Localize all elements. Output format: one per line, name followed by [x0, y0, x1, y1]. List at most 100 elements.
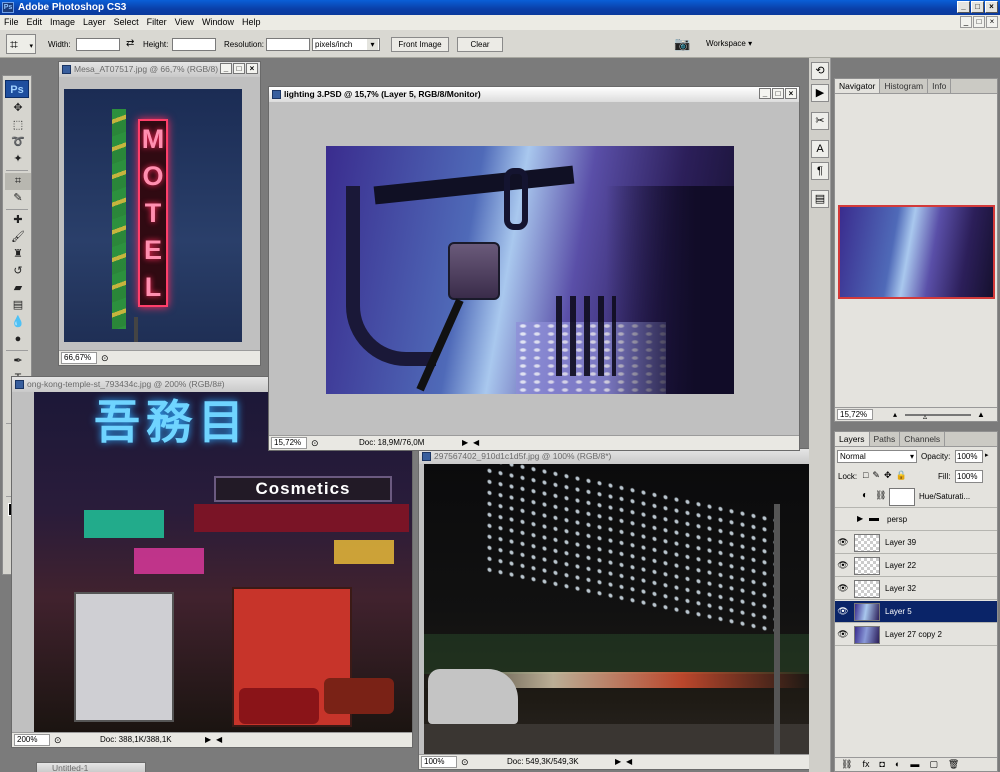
doc-title-bar[interactable]: lighting 3.PSD @ 15,7% (Layer 5, RGB/8/M… — [269, 87, 799, 102]
doc-window-lighting[interactable]: lighting 3.PSD @ 15,7% (Layer 5, RGB/8/M… — [268, 86, 800, 451]
character-panel-icon[interactable]: A — [811, 140, 829, 158]
slice-icon[interactable]: ✎ — [5, 190, 31, 207]
visibility-toggle[interactable] — [836, 488, 850, 505]
layer-row[interactable]: ▶ ▬ persp — [835, 509, 997, 531]
menu-file[interactable]: File — [0, 15, 23, 30]
eye-icon[interactable]: 👁 — [836, 534, 850, 551]
layer-thumbnail[interactable] — [854, 534, 880, 552]
lasso-icon[interactable]: ➰ — [5, 134, 31, 151]
file-browser-icon[interactable]: 📷 — [674, 36, 690, 52]
eye-icon[interactable]: 👁 — [836, 603, 850, 620]
layer-row[interactable]: 👁 Layer 27 copy 2 — [835, 624, 997, 646]
layer-name[interactable]: Layer 39 — [885, 532, 916, 554]
maximize-button[interactable]: □ — [971, 1, 984, 13]
layer-row-selected[interactable]: 👁 Layer 5 — [835, 601, 997, 623]
layer-thumbnail[interactable] — [854, 557, 880, 575]
zoom-field[interactable]: 100% — [421, 756, 457, 768]
layer-comps-panel-icon[interactable]: ▤ — [811, 190, 829, 208]
swap-dimensions-icon[interactable]: ⇄ — [126, 38, 134, 49]
navigator-preview-thumbnail[interactable] — [838, 205, 995, 299]
blend-mode-select[interactable]: Normal ▾ — [837, 450, 917, 463]
doc-close-button[interactable]: × — [986, 16, 998, 28]
doc-minimize-button[interactable]: _ — [220, 63, 232, 74]
navigator-zoom-field[interactable]: 15,72% — [837, 409, 873, 420]
menu-image[interactable]: Image — [46, 15, 79, 30]
opacity-slider-arrow-icon[interactable]: ▸ — [985, 451, 989, 459]
menu-view[interactable]: View — [171, 15, 198, 30]
layer-thumbnail[interactable] — [854, 603, 880, 621]
front-image-button[interactable]: Front Image — [391, 37, 449, 52]
minimize-button[interactable]: _ — [957, 1, 970, 13]
menu-window[interactable]: Window — [198, 15, 238, 30]
zoom-slider[interactable] — [905, 414, 971, 416]
layer-name[interactable]: persp — [887, 509, 907, 531]
delete-layer-icon[interactable]: 🗑 — [948, 758, 959, 771]
layer-thumbnail[interactable] — [854, 626, 880, 644]
doc-close-button[interactable]: × — [246, 63, 258, 74]
doc-size-info[interactable]: Doc: 549,3K/549,3K — [507, 755, 579, 769]
layer-name[interactable]: Layer 27 copy 2 — [885, 624, 942, 646]
history-brush-icon[interactable]: ↺ — [5, 263, 31, 280]
layer-mask-thumbnail[interactable] — [889, 488, 915, 506]
doc-minimize-button[interactable]: _ — [759, 88, 771, 99]
doc-title-bar[interactable]: 297567402_910d1c1d5f.jpg @ 100% (RGB/8*) — [419, 449, 811, 464]
tab-histogram[interactable]: Histogram — [880, 79, 929, 93]
menu-layer[interactable]: Layer — [79, 15, 110, 30]
menu-help[interactable]: Help — [238, 15, 265, 30]
scroll-left-icon[interactable]: ◀ — [626, 755, 632, 769]
layer-row[interactable]: 👁 Layer 32 — [835, 578, 997, 600]
history-panel-icon[interactable]: ⟲ — [811, 62, 829, 80]
doc-window-untitled[interactable]: Untitled-1 — [36, 762, 146, 772]
new-adjustment-layer-icon[interactable]: ◐ — [895, 758, 900, 771]
zoom-in-icon[interactable]: ▲ — [977, 408, 985, 421]
link-layers-icon[interactable]: ⛓ — [841, 758, 852, 771]
crop-icon[interactable]: ⌗ — [5, 173, 31, 190]
layer-name[interactable]: Layer 5 — [885, 601, 912, 623]
new-layer-icon[interactable]: ▢ — [929, 758, 938, 771]
close-button[interactable]: × — [985, 1, 998, 13]
opacity-input[interactable]: 100% — [955, 450, 983, 463]
move-icon[interactable]: ✥ — [5, 100, 31, 117]
clear-button[interactable]: Clear — [457, 37, 503, 52]
status-menu-arrow-icon[interactable]: ▶ — [462, 436, 468, 450]
tab-channels[interactable]: Channels — [900, 432, 946, 446]
zoom-field[interactable]: 66,67% — [61, 352, 97, 364]
zoom-status-icon[interactable]: ⊙ — [54, 734, 66, 746]
fill-input[interactable]: 100% — [955, 470, 983, 483]
lock-options-icon[interactable]: □✎✥🔒 — [863, 470, 911, 481]
add-mask-icon[interactable]: ◘ — [879, 758, 884, 771]
ps-logo[interactable]: Ps — [5, 80, 29, 98]
zoom-field[interactable]: 200% — [14, 734, 50, 746]
zoom-status-icon[interactable]: ⊙ — [461, 756, 473, 768]
expand-group-icon[interactable]: ▶ — [857, 514, 863, 523]
layer-name[interactable]: Hue/Saturati... — [919, 486, 970, 508]
layer-thumbnail[interactable] — [854, 580, 880, 598]
tab-paths[interactable]: Paths — [870, 432, 901, 446]
new-group-icon[interactable]: ▬ — [910, 758, 919, 771]
height-input[interactable] — [172, 38, 216, 51]
doc-size-info[interactable]: Doc: 18,9M/76,0M — [359, 436, 424, 450]
eye-icon[interactable]: 👁 — [836, 557, 850, 574]
doc-maximize-button[interactable]: □ — [772, 88, 784, 99]
menu-filter[interactable]: Filter — [143, 15, 171, 30]
doc-title-bar[interactable]: Mesa_AT07517.jpg @ 66,7% (RGB/8) _ □ × — [59, 62, 260, 77]
layer-name[interactable]: Layer 32 — [885, 578, 916, 600]
layer-row[interactable]: 👁 Layer 22 — [835, 555, 997, 577]
doc-restore-button[interactable]: □ — [973, 16, 985, 28]
status-menu-arrow-icon[interactable]: ▶ — [205, 733, 211, 747]
status-menu-arrow-icon[interactable]: ▶ — [615, 755, 621, 769]
layer-row[interactable]: ◐ ⛓ Hue/Saturati... — [835, 486, 997, 508]
scroll-left-icon[interactable]: ◀ — [473, 436, 479, 450]
doc-window-building[interactable]: 297567402_910d1c1d5f.jpg @ 100% (RGB/8*)… — [418, 448, 812, 770]
doc-title-bar[interactable]: Untitled-1 — [37, 763, 145, 772]
eye-icon[interactable]: 👁 — [836, 626, 850, 643]
width-input[interactable] — [76, 38, 120, 51]
eraser-icon[interactable]: ▰ — [5, 280, 31, 297]
zoom-out-icon[interactable]: ▴ — [893, 408, 897, 421]
doc-size-info[interactable]: Doc: 388,1K/388,1K — [100, 733, 172, 747]
doc-window-mesa[interactable]: Mesa_AT07517.jpg @ 66,7% (RGB/8) _ □ × MOT… — [58, 61, 261, 366]
zoom-status-icon[interactable]: ⊙ — [311, 437, 323, 449]
menu-select[interactable]: Select — [110, 15, 143, 30]
workspace-menu[interactable]: Workspace ▾ — [706, 39, 752, 48]
gradient-icon[interactable]: ▤ — [5, 297, 31, 314]
